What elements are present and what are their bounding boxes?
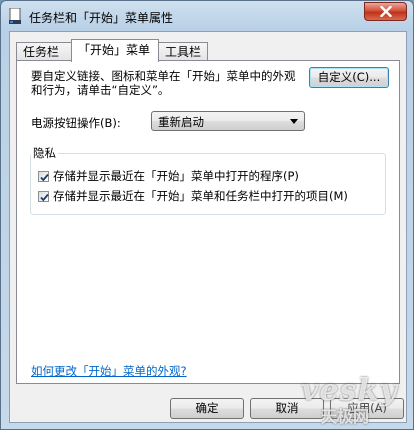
help-link[interactable]: 如何更改「开始」菜单的外观? — [31, 363, 187, 379]
close-button[interactable] — [364, 2, 407, 21]
tab-taskbar[interactable]: 任务栏 — [16, 42, 72, 61]
properties-window: 任务栏和「开始」菜单属性 任务栏 「开始」菜单 工具栏 要自定义链接、图标和菜单… — [0, 0, 414, 430]
power-button-select[interactable]: 重新启动 — [151, 111, 305, 131]
dialog-body: 任务栏 「开始」菜单 工具栏 要自定义链接、图标和菜单在「开始」菜单中的外观和行… — [9, 31, 407, 423]
title-bar[interactable]: 任务栏和「开始」菜单属性 — [1, 1, 413, 31]
power-button-value: 重新启动 — [158, 115, 204, 129]
checkmark-icon — [40, 173, 49, 181]
close-icon — [379, 6, 392, 17]
customize-description: 要自定义链接、图标和菜单在「开始」菜单中的外观和行为，请单击“自定义”。 — [31, 69, 296, 97]
store-items-checkbox[interactable] — [38, 190, 49, 202]
store-items-option[interactable]: 存储并显示最近在「开始」菜单和任务栏中打开的项目(M) — [38, 189, 348, 203]
ok-button[interactable]: 确定 — [170, 398, 244, 419]
tab-start-menu[interactable]: 「开始」菜单 — [71, 39, 159, 62]
power-button-label: 电源按钮操作(B): — [31, 116, 121, 130]
window-title: 任务栏和「开始」菜单属性 — [29, 11, 174, 25]
store-items-label: 存储并显示最近在「开始」菜单和任务栏中打开的项目(M) — [53, 189, 348, 203]
privacy-group — [30, 153, 386, 215]
store-programs-option[interactable]: 存储并显示最近在「开始」菜单中打开的程序(P) — [38, 169, 299, 183]
taskbar-properties-icon — [9, 7, 21, 24]
tab-toolbars[interactable]: 工具栏 — [158, 42, 208, 61]
store-programs-label: 存储并显示最近在「开始」菜单中打开的程序(P) — [53, 169, 299, 183]
start-menu-panel: 要自定义链接、图标和菜单在「开始」菜单中的外观和行为，请单击“自定义”。 自定义… — [16, 60, 400, 384]
apply-button[interactable]: 应用(A) — [330, 398, 404, 419]
privacy-group-title: 隐私 — [31, 145, 58, 161]
customize-button[interactable]: 自定义(C)... — [309, 67, 389, 88]
cancel-button[interactable]: 取消 — [250, 398, 324, 419]
store-programs-checkbox[interactable] — [38, 170, 49, 182]
checkmark-icon — [40, 193, 49, 201]
chevron-down-icon — [290, 119, 298, 124]
